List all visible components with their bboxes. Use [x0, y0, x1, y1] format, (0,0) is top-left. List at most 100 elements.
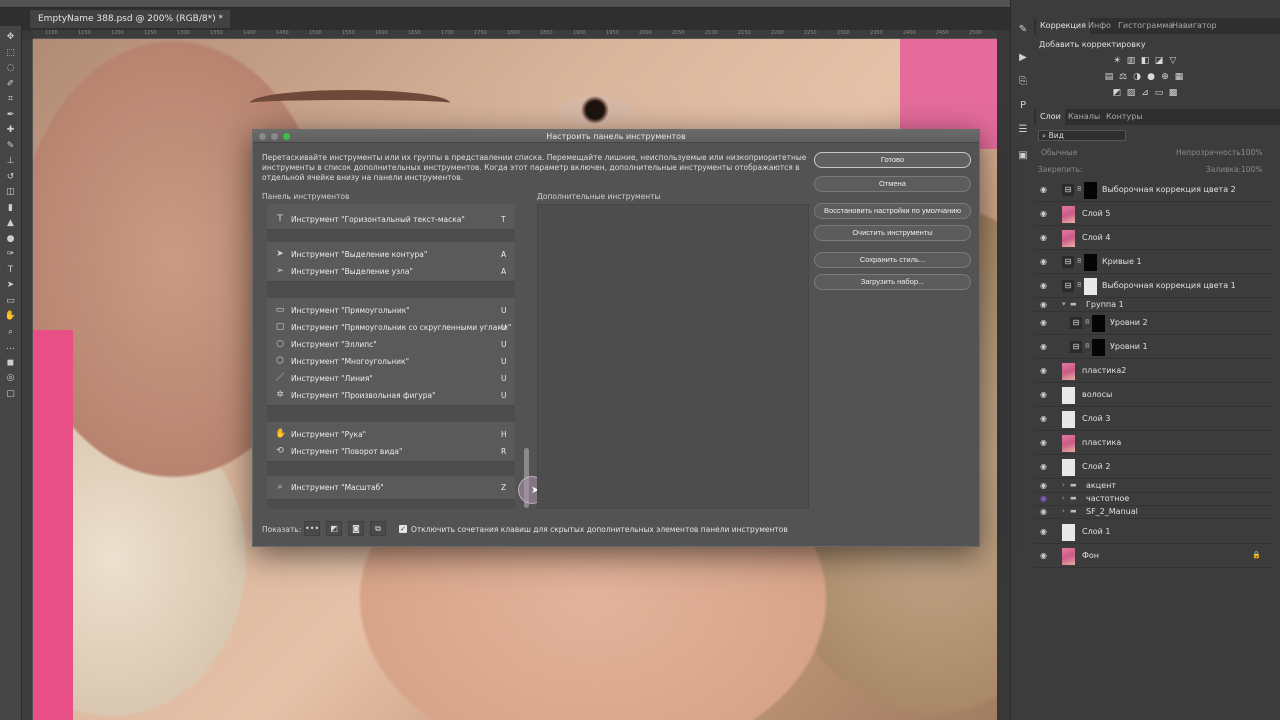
layer-row[interactable]: ◉ ⊟ 8 Выборочная коррекция цвета 1	[1034, 275, 1274, 298]
layer-row[interactable]: ◉ ▾ ▬ Группа 1	[1034, 299, 1274, 312]
link-icon[interactable]: 8	[1077, 185, 1081, 193]
brightness-icon[interactable]: ☀	[1112, 57, 1122, 66]
tool-item[interactable]: ○ Инструмент "Эллипс" U	[267, 336, 515, 353]
extra-tools-icon[interactable]: …	[4, 342, 17, 353]
visibility-eye-icon[interactable]: ◉	[1040, 257, 1047, 266]
layer-row[interactable]: ◉ ⊟ 8 Уровни 2	[1034, 312, 1274, 335]
visibility-eye-icon[interactable]: ◉	[1040, 318, 1047, 327]
tool-item[interactable]: ➢ Инструмент "Выделение узла" A	[267, 263, 515, 280]
tool-item[interactable]: ➤ Инструмент "Выделение контура" A	[267, 246, 515, 263]
visibility-eye-icon[interactable]: ◉	[1040, 233, 1047, 242]
invert-icon[interactable]: ◩	[1112, 89, 1122, 98]
layer-row[interactable]: ◉ Слой 2	[1034, 456, 1274, 479]
bw-icon[interactable]: ◑	[1132, 73, 1142, 82]
quick-mask-icon[interactable]: ◙	[348, 521, 364, 536]
visibility-eye-icon[interactable]: ◉	[1040, 300, 1047, 309]
zoom-tool-icon[interactable]: ⌕	[4, 327, 17, 338]
tool-item[interactable]: ✋ Инструмент "Рука" H	[267, 426, 515, 443]
layer-row[interactable]: ◉ ⊟ 8 Кривые 1	[1034, 251, 1274, 274]
visibility-eye-icon[interactable]: ◉	[1040, 438, 1047, 447]
minimize-window-icon[interactable]	[271, 133, 278, 140]
tool-group-zoom[interactable]: ⌕ Инструмент "Масштаб" Z	[267, 476, 515, 500]
color-lookup-icon[interactable]: ▦	[1174, 73, 1184, 82]
tool-item[interactable]: ▭ Инструмент "Прямоугольник" U	[267, 302, 515, 319]
selective-color-icon[interactable]: ▩	[1168, 89, 1178, 98]
layer-row[interactable]: ◉ Слой 5	[1034, 203, 1274, 226]
quick-select-icon[interactable]: ✐	[4, 79, 17, 90]
lock-icon[interactable]: 🔒	[1252, 551, 1261, 559]
group-expand-icon[interactable]: ›	[1062, 481, 1065, 489]
tab-layers[interactable]: Слои	[1036, 109, 1065, 125]
layer-row[interactable]: ◉ пластика	[1034, 432, 1274, 455]
group-expand-icon[interactable]: ›	[1062, 507, 1065, 515]
clear-tools-button[interactable]: Очистить инструменты	[814, 225, 971, 241]
brush-icon[interactable]: ✎	[4, 141, 17, 152]
group-expand-icon[interactable]: ▾	[1062, 300, 1066, 308]
hue-icon[interactable]: ▤	[1104, 73, 1114, 82]
layer-mask-thumbnail[interactable]	[1084, 182, 1097, 199]
extra-tools-list[interactable]	[537, 204, 809, 509]
tool-group-shapes[interactable]: ▭ Инструмент "Прямоугольник" U ▢ Инструм…	[267, 298, 515, 406]
levels-icon[interactable]: ▥	[1126, 57, 1136, 66]
threshold-icon[interactable]: ⊿	[1140, 89, 1150, 98]
blur-icon[interactable]: ▲	[4, 218, 17, 229]
load-preset-button[interactable]: Загрузить набор...	[814, 274, 971, 290]
toolbar-tool-list[interactable]: T Инструмент "Горизонтальный текст-маска…	[267, 204, 515, 509]
hand-tool-icon[interactable]: ✋	[4, 311, 17, 322]
libraries-icon[interactable]: ▣	[1017, 150, 1029, 162]
save-preset-button[interactable]: Сохранить стиль...	[814, 252, 971, 268]
healing-icon[interactable]: ✚	[4, 125, 17, 136]
layer-row[interactable]: ◉ Фон 🔒	[1034, 545, 1274, 568]
history-brush-icon[interactable]: ↺	[4, 172, 17, 183]
tool-item[interactable]: ✲ Инструмент "Произвольная фигура" U	[267, 387, 515, 404]
layer-row[interactable]: ◉ Слой 1	[1034, 521, 1274, 544]
visibility-eye-icon[interactable]: ◉	[1040, 281, 1047, 290]
link-icon[interactable]: 8	[1085, 342, 1089, 350]
visibility-eye-icon[interactable]: ◉	[1040, 481, 1047, 490]
photo-filter-icon[interactable]: ●	[1146, 73, 1156, 82]
layer-mask-thumbnail[interactable]	[1084, 254, 1097, 271]
play-action-icon[interactable]: ▶	[1017, 52, 1029, 64]
layer-row[interactable]: ◉ пластика2	[1034, 360, 1274, 383]
tool-group-text[interactable]: T Инструмент "Горизонтальный текст-маска…	[267, 204, 515, 230]
vibrance-icon[interactable]: ▽	[1168, 57, 1178, 66]
visibility-eye-icon[interactable]: ◉	[1040, 342, 1047, 351]
gradient-icon[interactable]: ▮	[4, 203, 17, 214]
document-tab[interactable]: EmptyName 388.psd @ 200% (RGB/8*) *	[30, 10, 230, 28]
lasso-icon[interactable]: ◌	[4, 63, 17, 74]
more-tools-icon[interactable]: •••	[304, 521, 320, 536]
tool-item[interactable]: ⌕ Инструмент "Масштаб" Z	[267, 479, 515, 496]
layer-mask-thumbnail[interactable]	[1092, 339, 1105, 356]
visibility-eye-icon[interactable]: ◉	[1040, 494, 1047, 503]
close-window-icon[interactable]	[259, 133, 266, 140]
disable-shortcuts-checkbox[interactable]: ✓	[399, 525, 407, 533]
shape-icon[interactable]: ▭	[4, 296, 17, 307]
visibility-eye-icon[interactable]: ◉	[1040, 507, 1047, 516]
link-icon[interactable]: 8	[1077, 257, 1081, 265]
adjust-panel-icon[interactable]: ✎	[1017, 24, 1029, 36]
screen-mode-toggle-icon[interactable]: ▢	[4, 389, 17, 400]
visibility-eye-icon[interactable]: ◉	[1040, 462, 1047, 471]
pen-icon[interactable]: ✑	[4, 249, 17, 260]
tool-group-selection[interactable]: ➤ Инструмент "Выделение контура" A ➢ Инс…	[267, 242, 515, 282]
visibility-eye-icon[interactable]: ◉	[1040, 390, 1047, 399]
crop-icon[interactable]: ⌗	[4, 94, 17, 105]
layer-row[interactable]: ◉ Слой 4	[1034, 227, 1274, 250]
properties-icon[interactable]: ☰	[1017, 124, 1029, 136]
fg-bg-color-icon[interactable]: ◼	[4, 358, 17, 369]
canvas-scrollbar[interactable]	[997, 39, 1010, 720]
channel-mixer-icon[interactable]: ⊕	[1160, 73, 1170, 82]
paragraph-icon[interactable]: P	[1017, 100, 1029, 112]
restore-defaults-button[interactable]: Восстановить настройки по умолчанию	[814, 203, 971, 219]
visibility-eye-icon[interactable]: ◉	[1040, 414, 1047, 423]
zoom-window-icon[interactable]	[283, 133, 290, 140]
tool-item[interactable]: T Инструмент "Горизонтальный текст-маска…	[267, 211, 515, 228]
visibility-eye-icon[interactable]: ◉	[1040, 185, 1047, 194]
type-icon[interactable]: T	[4, 265, 17, 276]
tool-item[interactable]: ⟲ Инструмент "Поворот вида" R	[267, 443, 515, 460]
layer-row[interactable]: ◉ ⊟ 8 Уровни 1	[1034, 336, 1274, 359]
eraser-icon[interactable]: ◫	[4, 187, 17, 198]
visibility-eye-icon[interactable]: ◉	[1040, 209, 1047, 218]
opacity-value[interactable]: 100%	[1241, 148, 1262, 157]
link-icon[interactable]: 8	[1085, 318, 1089, 326]
